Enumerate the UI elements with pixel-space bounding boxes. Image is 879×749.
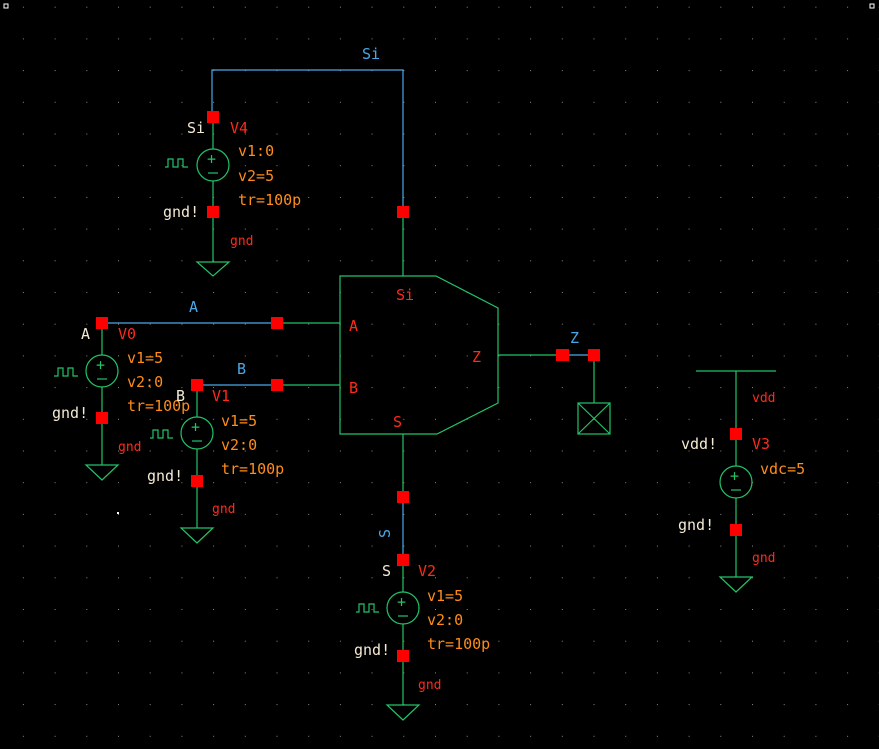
cursor-marker	[117, 512, 119, 514]
plus-icon: +	[207, 150, 216, 168]
ground-name: gnd	[752, 551, 775, 566]
pin[interactable]	[207, 206, 219, 218]
net-name: gnd!	[354, 641, 390, 659]
pin[interactable]	[397, 491, 409, 503]
param: v2:0	[427, 611, 463, 629]
instance-name: V2	[418, 562, 436, 580]
pin[interactable]	[588, 349, 600, 361]
pin[interactable]	[191, 379, 203, 391]
gate-pin-si-label: Si	[396, 286, 414, 304]
net-label-s: S	[376, 529, 394, 538]
ground-name: gnd	[212, 502, 235, 517]
gate-pin-a-label: A	[349, 317, 358, 335]
net-label-z: Z	[570, 329, 579, 347]
net-name: gnd!	[163, 203, 199, 221]
param: v1:0	[238, 142, 274, 160]
net-name: S	[382, 562, 391, 580]
gate-pin-z-label: Z	[472, 348, 481, 366]
net-name: vdd!	[681, 435, 717, 453]
pin[interactable]	[397, 554, 409, 566]
instance-name: V0	[118, 325, 136, 343]
plus-icon: +	[397, 593, 406, 611]
net-label-si: Si	[362, 45, 380, 63]
plus-icon: +	[96, 356, 105, 374]
gate-pin-b-label: B	[349, 379, 358, 397]
plus-icon: +	[730, 467, 739, 485]
param: v1=5	[221, 412, 257, 430]
pin[interactable]	[397, 650, 409, 662]
net-label-b: B	[237, 360, 246, 378]
pin[interactable]	[271, 379, 283, 391]
param: v2:0	[127, 373, 163, 391]
pin[interactable]	[556, 349, 569, 361]
net-name: A	[81, 325, 90, 343]
pin[interactable]	[730, 428, 742, 440]
pin[interactable]	[271, 317, 283, 329]
param: v2:0	[221, 436, 257, 454]
gate-pin-s-label: S	[393, 413, 402, 431]
net-name: gnd!	[678, 516, 714, 534]
ground-name: gnd	[230, 234, 253, 249]
pin[interactable]	[207, 111, 219, 123]
param: v2=5	[238, 167, 274, 185]
pin[interactable]	[96, 317, 108, 329]
pin[interactable]	[397, 206, 409, 218]
pin[interactable]	[191, 475, 203, 487]
net-name: gnd!	[52, 404, 88, 422]
param: tr=100p	[221, 460, 284, 478]
instance-name: V4	[230, 119, 248, 137]
instance-name: V3	[752, 435, 770, 453]
net-name: gnd!	[147, 467, 183, 485]
ground-name: gnd	[418, 678, 441, 693]
net-label-a: A	[189, 298, 198, 316]
plus-icon: +	[191, 418, 200, 436]
instance-name: V1	[212, 387, 230, 405]
ground-name: gnd	[118, 440, 141, 455]
net-name: B	[176, 387, 185, 405]
schematic-canvas[interactable]: Si A Z B S Si + Si V4 v1:0 v2=5 tr=100p …	[0, 0, 879, 749]
param: v1=5	[427, 587, 463, 605]
param: vdc=5	[760, 460, 805, 478]
param: v1=5	[127, 349, 163, 367]
supply-name: vdd	[752, 391, 775, 406]
param: tr=100p	[427, 635, 490, 653]
param: tr=100p	[238, 191, 301, 209]
pin[interactable]	[96, 412, 108, 424]
pin[interactable]	[730, 524, 742, 536]
net-name: Si	[187, 119, 205, 137]
